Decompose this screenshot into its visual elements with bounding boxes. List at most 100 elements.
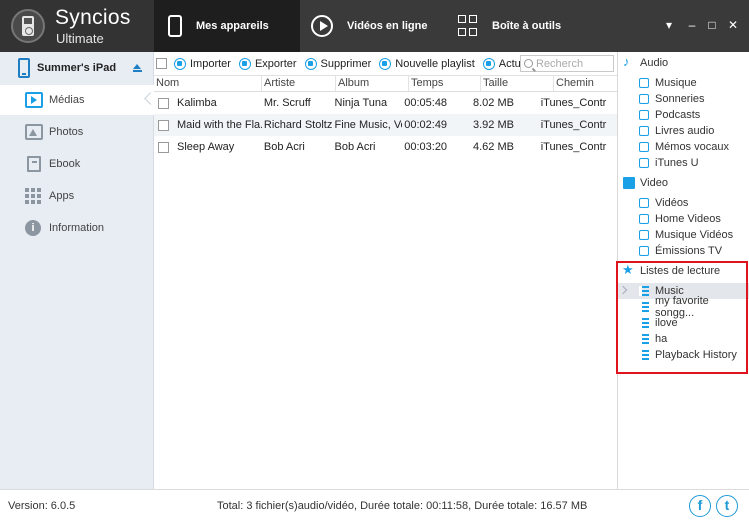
star-icon — [622, 262, 635, 278]
tab-online-videos[interactable]: Vidéos en ligne — [300, 0, 448, 52]
new-playlist-button[interactable]: Nouvelle playlist — [379, 57, 475, 70]
sidebar-item-label: Ebook — [49, 158, 81, 170]
library-item-podcasts[interactable]: Podcasts — [618, 107, 749, 123]
toolbar: Importer Exporter Supprimer Nouvelle pla… — [154, 52, 617, 76]
sidebar-item-medias[interactable]: Médias — [0, 85, 155, 115]
minimize-icon[interactable]: – — [685, 18, 699, 32]
sidebar-item-information[interactable]: i Information — [0, 213, 154, 243]
maximize-icon[interactable]: □ — [705, 18, 719, 32]
music-icon — [639, 78, 649, 88]
row-checkbox[interactable] — [158, 97, 169, 109]
search-input[interactable] — [536, 57, 612, 70]
status-bar: Version: 6.0.5 Total: 3 fichier(s)audio/… — [0, 489, 749, 521]
cell-time: 00:02:49 — [404, 119, 448, 131]
sidebar-item-apps[interactable]: Apps — [0, 181, 154, 211]
delete-button[interactable]: Supprimer — [304, 57, 371, 70]
section-title: Audio — [640, 57, 669, 69]
table-row[interactable]: Maid with the Fla... Richard Stoltz... F… — [154, 114, 617, 136]
play-icon — [311, 15, 333, 37]
import-button[interactable]: Importer — [174, 57, 231, 70]
export-button[interactable]: Exporter — [238, 57, 297, 70]
section-audio: Audio — [618, 54, 749, 71]
table-row[interactable]: Kalimba Mr. Scruff Ninja Tuna 00:05:48 8… — [154, 92, 617, 114]
select-all-checkbox[interactable] — [156, 58, 167, 69]
library-item-videos[interactable]: Vidéos — [618, 195, 749, 211]
cell-time: 00:03:20 — [404, 141, 448, 153]
playlist-item-my-favorite-songs[interactable]: my favorite songg... — [618, 295, 749, 319]
playlist-icon — [379, 57, 392, 70]
device-header[interactable]: Summer's iPad — [0, 52, 154, 84]
tab-my-devices[interactable]: Mes appareils — [154, 0, 300, 52]
version-text: Version: 6.0.5 — [8, 500, 76, 512]
playlist-item-playback-history[interactable]: Playback History — [618, 347, 749, 363]
export-icon — [238, 57, 251, 70]
column-header-path[interactable]: Chemin — [554, 76, 617, 91]
tv-icon — [639, 246, 649, 256]
home-icon — [639, 214, 649, 224]
table-row[interactable]: Sleep Away Bob Acri Bob Acri 00:03:20 4.… — [154, 136, 617, 158]
section-playlists: Listes de lecture — [618, 262, 749, 279]
column-header-size[interactable]: Taille — [481, 76, 554, 91]
library-item-musique[interactable]: Musique — [618, 75, 749, 91]
library-item-label: Mémos vocaux — [655, 141, 729, 153]
library-item-home-videos[interactable]: Home Videos — [618, 211, 749, 227]
selected-caret-icon — [618, 285, 628, 295]
facebook-icon[interactable]: f — [689, 495, 711, 517]
column-header-album[interactable]: Album — [336, 76, 409, 91]
row-checkbox[interactable] — [158, 141, 169, 153]
menu-dropdown-icon[interactable]: ▾ — [662, 18, 676, 32]
syncios-logo — [11, 9, 45, 43]
library-item-memos-vocaux[interactable]: Mémos vocaux — [618, 139, 749, 155]
library-item-label: Livres audio — [655, 125, 715, 137]
sidebar-item-photos[interactable]: Photos — [0, 117, 154, 147]
playlist-icon — [639, 334, 649, 344]
library-item-label: Sonneries — [655, 93, 705, 105]
search-box[interactable] — [520, 55, 614, 72]
cell-artist: Mr. Scruff — [263, 97, 311, 109]
video-icon — [623, 177, 635, 189]
device-name: Summer's iPad — [37, 62, 117, 74]
library-item-musique-videos[interactable]: Musique Vidéos — [618, 227, 749, 243]
column-header-artist[interactable]: Artiste — [262, 76, 336, 91]
sidebar-item-label: Médias — [49, 94, 85, 106]
ringtone-icon — [639, 94, 649, 104]
tab-toolbox[interactable]: Boîte à outils — [448, 0, 588, 52]
playlist-icon — [639, 286, 649, 296]
playlist-item-label: ilove — [655, 317, 678, 329]
apps-icon — [25, 188, 43, 204]
tab-label: Vidéos en ligne — [347, 20, 428, 32]
library-panel: Audio Musique Sonneries Podcasts Livres … — [617, 52, 749, 489]
cell-artist: Richard Stoltz... — [263, 119, 333, 131]
sidebar-item-ebook[interactable]: Ebook — [0, 149, 154, 179]
library-item-label: Home Videos — [655, 213, 721, 225]
library-item-livres-audio[interactable]: Livres audio — [618, 123, 749, 139]
search-icon — [524, 59, 533, 68]
tab-label: Mes appareils — [196, 20, 269, 32]
cell-album: Fine Music, Vo... — [334, 119, 403, 131]
column-header-time[interactable]: Temps — [409, 76, 481, 91]
ebook-icon — [27, 156, 41, 172]
tab-label: Boîte à outils — [492, 20, 562, 32]
column-header-name[interactable]: Nom — [154, 76, 262, 91]
library-item-sonneries[interactable]: Sonneries — [618, 91, 749, 107]
close-icon[interactable]: ✕ — [726, 18, 740, 32]
itunes-u-icon — [639, 158, 649, 168]
sidebar: Summer's iPad Médias Photos Ebook Apps i… — [0, 52, 155, 489]
phone-icon — [168, 15, 182, 37]
twitter-icon[interactable]: t — [716, 495, 738, 517]
eject-icon[interactable] — [133, 64, 142, 73]
library-item-label: iTunes U — [655, 157, 699, 169]
row-checkbox[interactable] — [158, 119, 169, 131]
top-bar: Syncios Ultimate Mes appareils Vidéos en… — [0, 0, 749, 52]
playlist-item-label: ha — [655, 333, 668, 345]
playlist-item-ilove[interactable]: ilove — [618, 315, 749, 331]
playlist-item-ha[interactable]: ha — [618, 331, 749, 347]
cell-path: iTunes_Contr — [540, 119, 607, 131]
library-item-itunes-u[interactable]: iTunes U — [618, 155, 749, 171]
refresh-icon — [482, 57, 495, 70]
import-icon — [174, 57, 186, 70]
library-item-emissions-tv[interactable]: Émissions TV — [618, 243, 749, 259]
media-icon — [25, 92, 43, 108]
voice-memo-icon — [639, 142, 649, 152]
cell-artist: Bob Acri — [263, 141, 305, 153]
